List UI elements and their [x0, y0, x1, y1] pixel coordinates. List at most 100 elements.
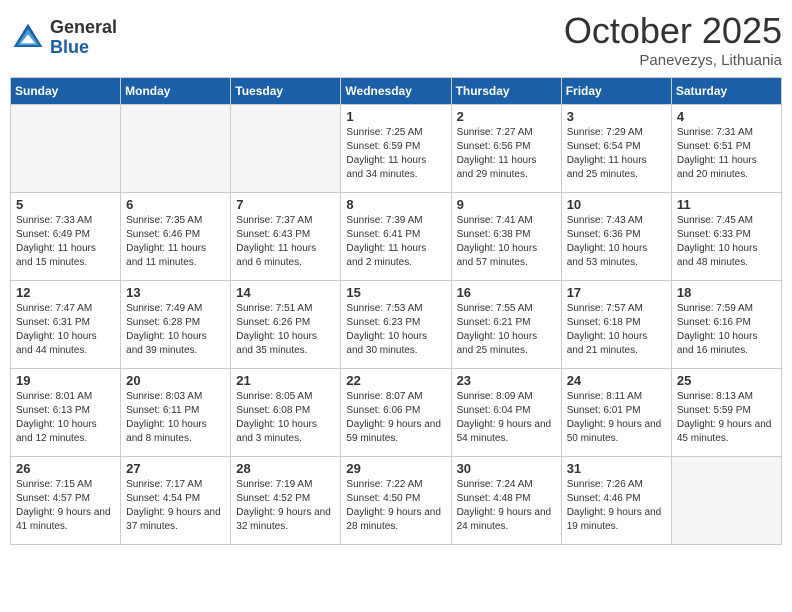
- calendar-cell: 20 Sunrise: 8:03 AMSunset: 6:11 PMDayligh…: [121, 369, 231, 457]
- calendar-cell: 4 Sunrise: 7:31 AMSunset: 6:51 PMDaylight…: [671, 105, 781, 193]
- day-number: 23: [457, 373, 556, 388]
- weekday-header-wednesday: Wednesday: [341, 78, 451, 105]
- day-number: 26: [16, 461, 115, 476]
- day-number: 8: [346, 197, 445, 212]
- day-number: 1: [346, 109, 445, 124]
- weekday-header-saturday: Saturday: [671, 78, 781, 105]
- day-number: 18: [677, 285, 776, 300]
- day-number: 17: [567, 285, 666, 300]
- day-info: Sunrise: 7:45 AMSunset: 6:33 PMDaylight:…: [677, 214, 776, 270]
- calendar-cell: [11, 105, 121, 193]
- day-info: Sunrise: 7:31 AMSunset: 6:51 PMDaylight:…: [677, 126, 776, 182]
- calendar-table: SundayMondayTuesdayWednesdayThursdayFrid…: [10, 77, 782, 545]
- calendar-cell: 13 Sunrise: 7:49 AMSunset: 6:28 PMDayligh…: [121, 281, 231, 369]
- location: Panevezys, Lithuania: [564, 52, 782, 69]
- calendar-cell: [231, 105, 341, 193]
- calendar-cell: 6 Sunrise: 7:35 AMSunset: 6:46 PMDaylight…: [121, 193, 231, 281]
- day-number: 13: [126, 285, 225, 300]
- calendar-cell: [671, 457, 781, 545]
- day-number: 19: [16, 373, 115, 388]
- day-info: Sunrise: 7:43 AMSunset: 6:36 PMDaylight:…: [567, 214, 666, 270]
- day-number: 14: [236, 285, 335, 300]
- day-info: Sunrise: 7:19 AMSunset: 4:52 PMDaylight:…: [236, 478, 335, 534]
- day-info: Sunrise: 7:41 AMSunset: 6:38 PMDaylight:…: [457, 214, 556, 270]
- day-number: 20: [126, 373, 225, 388]
- calendar-cell: 24 Sunrise: 8:11 AMSunset: 6:01 PMDayligh…: [561, 369, 671, 457]
- day-info: Sunrise: 7:25 AMSunset: 6:59 PMDaylight:…: [346, 126, 445, 182]
- day-info: Sunrise: 7:24 AMSunset: 4:48 PMDaylight:…: [457, 478, 556, 534]
- day-info: Sunrise: 7:27 AMSunset: 6:56 PMDaylight:…: [457, 126, 556, 182]
- day-number: 27: [126, 461, 225, 476]
- day-info: Sunrise: 7:55 AMSunset: 6:21 PMDaylight:…: [457, 302, 556, 358]
- week-row-3: 12Sunrise: 7:47 AMSunset: 6:31 PMDayligh…: [11, 281, 782, 369]
- calendar-cell: 21 Sunrise: 8:05 AMSunset: 6:08 PMDayligh…: [231, 369, 341, 457]
- logo-text: General Blue: [50, 18, 117, 58]
- day-number: 25: [677, 373, 776, 388]
- day-number: 15: [346, 285, 445, 300]
- day-info: Sunrise: 7:53 AMSunset: 6:23 PMDaylight:…: [346, 302, 445, 358]
- day-number: 28: [236, 461, 335, 476]
- month-title: October 2025: [564, 10, 782, 52]
- calendar-cell: 27Sunrise: 7:17 AMSunset: 4:54 PMDayligh…: [121, 457, 231, 545]
- calendar-cell: 28 Sunrise: 7:19 AMSunset: 4:52 PMDayligh…: [231, 457, 341, 545]
- day-number: 12: [16, 285, 115, 300]
- day-number: 10: [567, 197, 666, 212]
- day-info: Sunrise: 7:51 AMSunset: 6:26 PMDaylight:…: [236, 302, 335, 358]
- day-number: 11: [677, 197, 776, 212]
- calendar-cell: 23 Sunrise: 8:09 AMSunset: 6:04 PMDayligh…: [451, 369, 561, 457]
- weekday-header-monday: Monday: [121, 78, 231, 105]
- day-info: Sunrise: 8:13 AMSunset: 5:59 PMDaylight:…: [677, 390, 776, 446]
- week-row-1: 1 Sunrise: 7:25 AMSunset: 6:59 PMDaylight…: [11, 105, 782, 193]
- calendar-cell: [121, 105, 231, 193]
- day-info: Sunrise: 8:03 AMSunset: 6:11 PMDaylight:…: [126, 390, 225, 446]
- day-number: 4: [677, 109, 776, 124]
- weekday-header-friday: Friday: [561, 78, 671, 105]
- calendar-cell: 1 Sunrise: 7:25 AMSunset: 6:59 PMDaylight…: [341, 105, 451, 193]
- calendar-cell: 8Sunrise: 7:39 AMSunset: 6:41 PMDaylight…: [341, 193, 451, 281]
- calendar-cell: 15 Sunrise: 7:53 AMSunset: 6:23 PMDayligh…: [341, 281, 451, 369]
- day-info: Sunrise: 8:05 AMSunset: 6:08 PMDaylight:…: [236, 390, 335, 446]
- logo: General Blue: [10, 18, 117, 58]
- day-number: 6: [126, 197, 225, 212]
- calendar-cell: 11 Sunrise: 7:45 AMSunset: 6:33 PMDayligh…: [671, 193, 781, 281]
- week-row-4: 19 Sunrise: 8:01 AMSunset: 6:13 PMDayligh…: [11, 369, 782, 457]
- day-info: Sunrise: 7:26 AMSunset: 4:46 PMDaylight:…: [567, 478, 666, 534]
- calendar-cell: 18Sunrise: 7:59 AMSunset: 6:16 PMDayligh…: [671, 281, 781, 369]
- header: General Blue October 2025 Panevezys, Lit…: [10, 10, 782, 69]
- day-number: 16: [457, 285, 556, 300]
- calendar-cell: 30 Sunrise: 7:24 AMSunset: 4:48 PMDayligh…: [451, 457, 561, 545]
- calendar-cell: 14 Sunrise: 7:51 AMSunset: 6:26 PMDayligh…: [231, 281, 341, 369]
- day-info: Sunrise: 7:29 AMSunset: 6:54 PMDaylight:…: [567, 126, 666, 182]
- day-number: 24: [567, 373, 666, 388]
- day-info: Sunrise: 7:49 AMSunset: 6:28 PMDaylight:…: [126, 302, 225, 358]
- day-number: 31: [567, 461, 666, 476]
- calendar-cell: 19 Sunrise: 8:01 AMSunset: 6:13 PMDayligh…: [11, 369, 121, 457]
- day-number: 5: [16, 197, 115, 212]
- logo-icon: [10, 20, 46, 56]
- calendar-cell: 10 Sunrise: 7:43 AMSunset: 6:36 PMDayligh…: [561, 193, 671, 281]
- day-number: 30: [457, 461, 556, 476]
- calendar-cell: 16 Sunrise: 7:55 AMSunset: 6:21 PMDayligh…: [451, 281, 561, 369]
- day-info: Sunrise: 8:09 AMSunset: 6:04 PMDaylight:…: [457, 390, 556, 446]
- calendar-container: General Blue October 2025 Panevezys, Lit…: [10, 10, 782, 545]
- title-block: October 2025 Panevezys, Lithuania: [564, 10, 782, 69]
- day-number: 9: [457, 197, 556, 212]
- logo-blue-text: Blue: [50, 38, 117, 58]
- calendar-cell: 3 Sunrise: 7:29 AMSunset: 6:54 PMDaylight…: [561, 105, 671, 193]
- day-number: 21: [236, 373, 335, 388]
- day-info: Sunrise: 7:15 AMSunset: 4:57 PMDaylight:…: [16, 478, 115, 534]
- day-number: 29: [346, 461, 445, 476]
- day-info: Sunrise: 8:11 AMSunset: 6:01 PMDaylight:…: [567, 390, 666, 446]
- calendar-cell: 2Sunrise: 7:27 AMSunset: 6:56 PMDaylight…: [451, 105, 561, 193]
- weekday-header-row: SundayMondayTuesdayWednesdayThursdayFrid…: [11, 78, 782, 105]
- weekday-header-tuesday: Tuesday: [231, 78, 341, 105]
- day-info: Sunrise: 7:22 AMSunset: 4:50 PMDaylight:…: [346, 478, 445, 534]
- day-info: Sunrise: 7:57 AMSunset: 6:18 PMDaylight:…: [567, 302, 666, 358]
- day-number: 3: [567, 109, 666, 124]
- calendar-cell: 17 Sunrise: 7:57 AMSunset: 6:18 PMDayligh…: [561, 281, 671, 369]
- logo-general-text: General: [50, 18, 117, 38]
- day-info: Sunrise: 7:35 AMSunset: 6:46 PMDaylight:…: [126, 214, 225, 270]
- calendar-cell: 12Sunrise: 7:47 AMSunset: 6:31 PMDayligh…: [11, 281, 121, 369]
- weekday-header-sunday: Sunday: [11, 78, 121, 105]
- day-info: Sunrise: 8:01 AMSunset: 6:13 PMDaylight:…: [16, 390, 115, 446]
